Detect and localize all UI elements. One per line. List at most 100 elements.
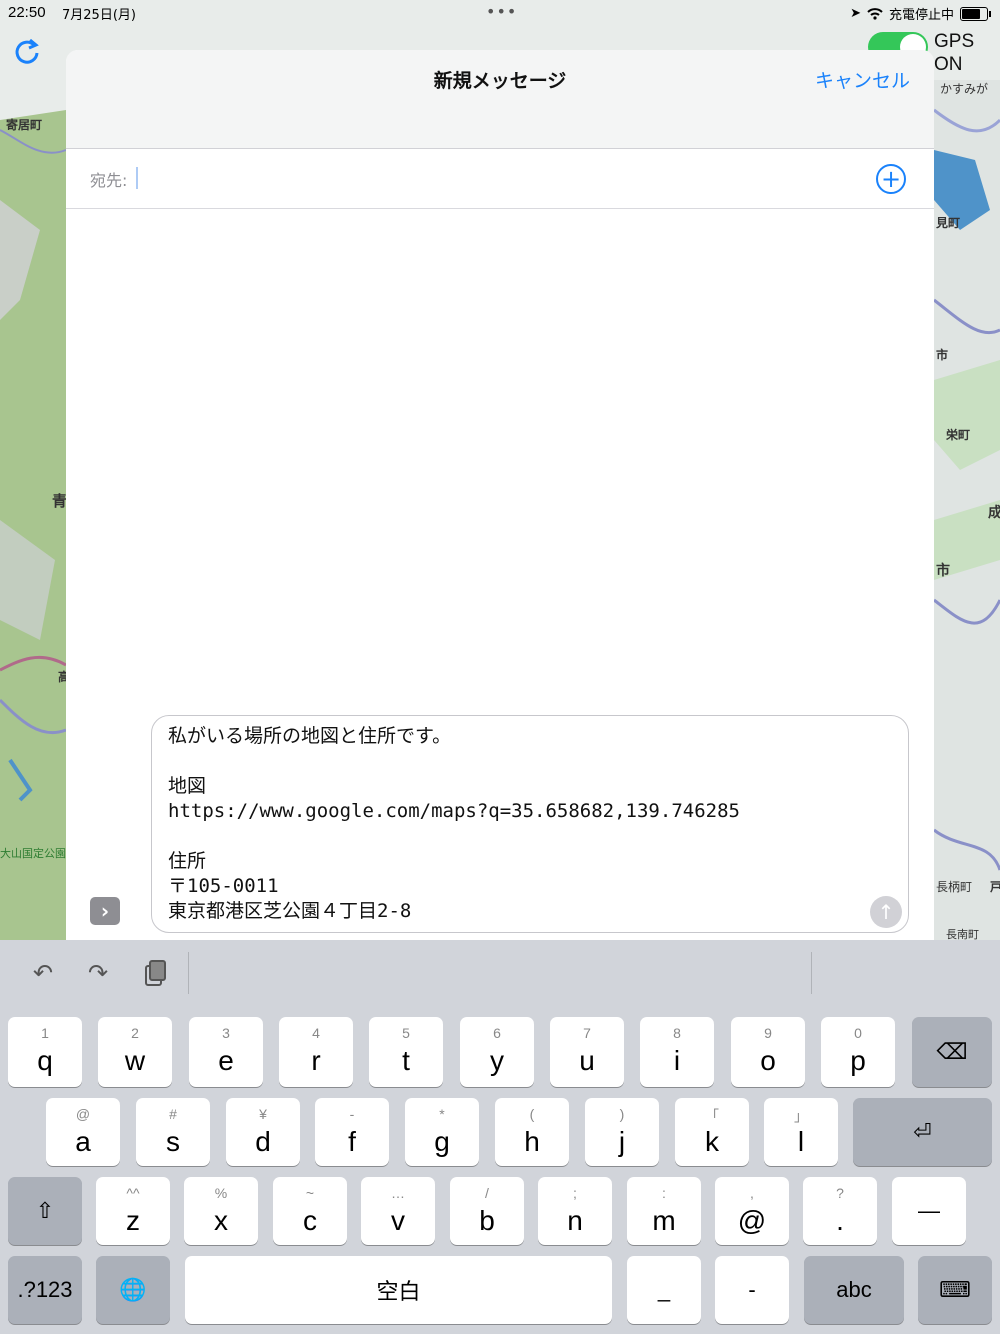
key-e[interactable]: 3e [189, 1017, 263, 1087]
compose-header: 新規メッセージ キャンセル [66, 50, 934, 149]
return-icon: ⏎ [913, 1119, 932, 1144]
key-q[interactable]: 1q [8, 1017, 82, 1087]
key-u[interactable]: 7u [550, 1017, 624, 1087]
undo-icon[interactable]: ↶ [28, 958, 58, 988]
divider [811, 952, 812, 994]
key-y[interactable]: 6y [460, 1017, 534, 1087]
numbers-key[interactable]: .?123 [8, 1256, 82, 1324]
delete-key[interactable]: ⌫ [912, 1017, 992, 1087]
cancel-button[interactable]: キャンセル [815, 66, 910, 93]
send-arrow-icon[interactable]: ↑ [870, 896, 902, 928]
return-key[interactable]: ⏎ [853, 1098, 992, 1166]
map-label: 青 [52, 492, 68, 510]
key-secondary-label: - [349, 1106, 355, 1122]
redo-icon[interactable]: ↷ [83, 958, 113, 988]
key-secondary-label: 0 [854, 1025, 862, 1041]
space-key[interactable]: 空白 [185, 1256, 612, 1324]
key-row3-7[interactable]: , @ [715, 1177, 789, 1245]
key-label: - [748, 1277, 756, 1302]
key-label: l [797, 1126, 805, 1157]
globe-icon: 🌐 [119, 1277, 147, 1302]
key-i[interactable]: 8i [640, 1017, 714, 1087]
key-row3-5[interactable]: ; n [538, 1177, 612, 1245]
recipient-row: 宛先: + [66, 149, 934, 209]
key-label: y [490, 1045, 504, 1076]
refresh-icon[interactable] [12, 36, 42, 66]
key-label: v [391, 1205, 405, 1236]
key-label: g [434, 1126, 450, 1157]
key-label: a [75, 1126, 91, 1157]
key-secondary-label: # [169, 1106, 177, 1122]
paste-icon[interactable] [140, 958, 170, 988]
key-j[interactable]: ) j [585, 1098, 659, 1166]
abc-key[interactable]: abc [804, 1256, 904, 1324]
recipient-input[interactable] [136, 163, 880, 195]
dash-long-key[interactable]: — [892, 1177, 966, 1245]
battery-icon [960, 6, 991, 21]
key-f[interactable]: -f [315, 1098, 389, 1166]
key-secondary-label: ) [619, 1106, 625, 1122]
key-k[interactable]: 「k [675, 1098, 749, 1166]
key-row3-8[interactable]: ?. [803, 1177, 877, 1245]
keyboard-shortcut-bar: ↶ ↷ [0, 940, 1000, 1004]
expand-apps-icon[interactable]: › [90, 897, 120, 925]
key-secondary-label: ? [836, 1185, 844, 1201]
key-secondary-label: ^^ [126, 1185, 140, 1201]
key-r[interactable]: 4r [279, 1017, 353, 1087]
globe-key[interactable]: 🌐 [96, 1256, 170, 1324]
map-label: 寄居町 [6, 118, 43, 132]
multitasking-dots-icon[interactable]: ••• [486, 2, 517, 21]
key-secondary-label: 4 [312, 1025, 320, 1041]
map-label: 栄町 [946, 428, 971, 442]
key-g[interactable]: * g [405, 1098, 479, 1166]
key-s[interactable]: # s [136, 1098, 210, 1166]
dismiss-keyboard-key[interactable]: ⌨ [918, 1256, 992, 1324]
key-label: @ [737, 1205, 767, 1236]
map-label: 戸 [990, 880, 1000, 894]
key-label: s [166, 1126, 180, 1157]
key-row3-1[interactable]: % x [184, 1177, 258, 1245]
underscore-key[interactable]: _ [627, 1256, 701, 1324]
key-p[interactable]: 0p [821, 1017, 895, 1087]
key-label: n [567, 1205, 583, 1236]
key-l[interactable]: 」 l [764, 1098, 838, 1166]
status-right: ➤ 充電停止中 [850, 4, 991, 23]
key-h[interactable]: (h [495, 1098, 569, 1166]
key-d[interactable]: ¥ d [226, 1098, 300, 1166]
key-secondary-label: 「 [705, 1108, 719, 1124]
key-label: p [850, 1045, 866, 1076]
key-row3-3[interactable]: … v [361, 1177, 435, 1245]
key-label: x [214, 1205, 228, 1236]
map-label: 長柄町 [936, 880, 973, 894]
key-row3-4[interactable]: / b [450, 1177, 524, 1245]
key-secondary-label: 7 [583, 1025, 591, 1041]
add-contact-icon[interactable]: + [876, 164, 906, 194]
key-label: m [652, 1205, 676, 1236]
key-secondary-label: … [391, 1185, 405, 1201]
map-label: 大山国定公園 [0, 847, 66, 860]
key-secondary-label: % [214, 1185, 228, 1201]
divider [188, 952, 189, 994]
key-label: c [303, 1205, 317, 1236]
key-label: t [402, 1045, 410, 1076]
text-caret [136, 167, 138, 189]
shift-key[interactable]: ⇧ [8, 1177, 82, 1245]
key-secondary-label: 5 [402, 1025, 410, 1041]
status-bar: 22:50 7月25日(月) ••• ➤ 充電停止中 [0, 0, 1000, 26]
key-o[interactable]: 9o [731, 1017, 805, 1087]
message-field[interactable]: 私がいる場所の地図と住所です。 地図 https://www.google.co… [151, 715, 909, 933]
key-secondary-label: ( [529, 1106, 535, 1122]
hyphen-key[interactable]: - [715, 1256, 789, 1324]
key-secondary-label: 」 [794, 1108, 808, 1124]
compose-title: 新規メッセージ [433, 70, 567, 92]
key-a[interactable]: @ a [46, 1098, 120, 1166]
key-t[interactable]: 5t [369, 1017, 443, 1087]
key-secondary-label: , [750, 1185, 754, 1201]
key-row3-0[interactable]: ^^ z [96, 1177, 170, 1245]
key-row3-6[interactable]: :m [627, 1177, 701, 1245]
key-secondary-label: 9 [764, 1025, 772, 1041]
key-row3-2[interactable]: ~ c [273, 1177, 347, 1245]
map-label: 市 [936, 348, 949, 362]
key-w[interactable]: 2w [98, 1017, 172, 1087]
key-secondary-label: : [662, 1185, 666, 1201]
